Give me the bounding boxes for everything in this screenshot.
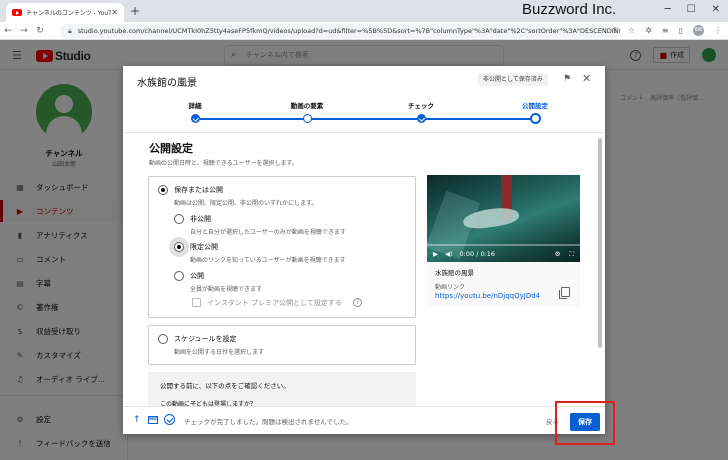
window-close-icon[interactable]: ✕ xyxy=(712,4,720,15)
dialog-title: 水族館の風景 xyxy=(137,78,197,89)
private-label: 非公開 xyxy=(190,215,211,223)
url-text: studio.youtube.com/channel/UCMTkI0hZ5tty… xyxy=(77,27,620,35)
section-description: 動画の公開日時と、視聴できるユーザーを選択します。 xyxy=(149,160,298,167)
private-radio[interactable] xyxy=(174,214,184,224)
info-icon[interactable]: ? xyxy=(353,298,362,307)
browser-tab[interactable]: チャンネルのコンテンツ - YouTube St ✕ xyxy=(6,3,124,22)
volume-icon[interactable]: ◀) xyxy=(445,250,453,258)
dialog-scrollbar[interactable] xyxy=(598,138,602,348)
instant-premiere-checkbox[interactable] xyxy=(192,298,201,307)
new-tab-button[interactable]: + xyxy=(130,4,140,18)
address-bar: ← → ↻ 🔒︎ studio.youtube.com/channel/UCMT… xyxy=(0,22,728,40)
public-radio[interactable] xyxy=(174,271,184,281)
video-link[interactable]: https://youtu.be/nDjqqQyJDd4 xyxy=(435,292,540,300)
share-icon[interactable]: ⇪ xyxy=(611,26,618,35)
instant-premiere-label: インスタント プレミア公開として設定する xyxy=(207,299,342,307)
youtube-favicon-icon xyxy=(12,9,22,16)
dialog-divider xyxy=(123,132,605,133)
window-controls: ─ ☐ ✕ xyxy=(665,4,720,15)
public-label: 公開 xyxy=(190,272,204,280)
url-field[interactable]: 🔒︎ studio.youtube.com/channel/UCMTkI0hZ5… xyxy=(60,24,620,38)
brand-watermark: Buzzword Inc. xyxy=(522,1,617,18)
step-label: 詳細 xyxy=(188,102,202,110)
step-dot-icon xyxy=(302,114,312,123)
maximize-icon[interactable]: ☐ xyxy=(687,4,696,15)
forward-icon[interactable]: → xyxy=(16,26,32,36)
browser-menu-icon[interactable]: ⋮ xyxy=(714,26,722,35)
schedule-desc: 動画を公開する日付を選択します xyxy=(174,349,265,356)
save-or-publish-radio[interactable] xyxy=(158,185,168,195)
step-checks[interactable]: チェック xyxy=(381,100,461,123)
upload-arrow-icon: ↑ xyxy=(133,415,141,425)
close-icon[interactable]: ✕ xyxy=(582,72,591,85)
step-check-icon xyxy=(416,114,426,123)
visibility-options: 保存または公開 動画は公開、限定公開、非公開のいずれかにします。 非公開 自分と… xyxy=(148,176,416,318)
play-icon[interactable]: ▶ xyxy=(433,250,438,258)
video-controls: ▶ ◀) 0:00 / 0:16 ⚙ ⛶ xyxy=(427,246,580,262)
copy-icon[interactable] xyxy=(559,287,570,299)
hd-icon: HD xyxy=(148,416,158,424)
lock-icon[interactable]: 🔒︎ xyxy=(68,27,72,36)
unlisted-label: 限定公開 xyxy=(190,243,218,251)
profile-avatar[interactable]: BW xyxy=(693,25,704,36)
reading-list-icon[interactable]: ≡ xyxy=(662,26,669,35)
unlisted-radio[interactable] xyxy=(174,242,184,252)
video-preview-card: ▶ ◀) 0:00 / 0:16 ⚙ ⛶ 水族館の風景 動画リンク https:… xyxy=(427,175,580,306)
video-player[interactable]: ▶ ◀) 0:00 / 0:16 ⚙ ⛶ xyxy=(427,175,580,262)
step-label: 公開設定 xyxy=(522,102,548,110)
tab-title: チャンネルのコンテンツ - YouTube St xyxy=(26,10,111,17)
step-details[interactable]: 詳細 xyxy=(155,100,235,123)
stepper-line xyxy=(195,118,535,120)
reload-icon[interactable]: ↻ xyxy=(32,26,48,36)
checks-complete-icon xyxy=(164,414,175,425)
minimize-icon[interactable]: ─ xyxy=(665,4,671,15)
step-check-icon xyxy=(190,114,200,123)
section-title: 公開設定 xyxy=(149,142,193,155)
upload-dialog: 水族館の風景 非公開として保存済み ⚑ ✕ 詳細 動画の要素 チェック 公開設定… xyxy=(123,66,605,434)
step-label: チェック xyxy=(408,102,434,110)
bookmark-star-icon[interactable]: ☆ xyxy=(628,26,635,35)
fullscreen-icon[interactable]: ⛶ xyxy=(569,250,574,259)
video-title: 水族館の風景 xyxy=(435,269,474,277)
schedule-label: スケジュールを設定 xyxy=(174,335,237,343)
feedback-flag-icon[interactable]: ⚑ xyxy=(563,74,571,84)
precheck-title: 公開する前に、以下の点をご確認ください。 xyxy=(160,382,290,390)
browser-tab-bar: チャンネルのコンテンツ - YouTube St ✕ + Buzzword In… xyxy=(0,0,728,22)
step-label: 動画の要素 xyxy=(290,102,324,110)
save-or-publish-desc: 動画は公開、限定公開、非公開のいずれかにします。 xyxy=(174,200,318,207)
extensions-icon[interactable]: ✲ xyxy=(645,26,652,35)
private-desc: 自分と自分が選択したユーザーのみが動画を視聴できます xyxy=(190,229,346,236)
tab-close-icon[interactable]: ✕ xyxy=(111,8,118,17)
unlisted-desc: 動画のリンクを知っているユーザーが動画を視聴できます xyxy=(190,257,346,264)
saved-status-badge: 非公開として保存済み xyxy=(478,73,548,86)
dialog-footer: ↑ HD チェックが完了しました。問題は検出されませんでした。 戻る xyxy=(123,406,605,434)
highlight-box xyxy=(555,401,615,445)
step-current-icon xyxy=(529,113,541,124)
save-or-publish-label: 保存または公開 xyxy=(174,186,223,194)
back-icon[interactable]: ← xyxy=(0,26,16,36)
schedule-option: スケジュールを設定 動画を公開する日付を選択します xyxy=(148,325,416,365)
step-video-elements[interactable]: 動画の要素 xyxy=(267,100,347,123)
browser-toolbar-icons: ⇪ ☆ ✲ ≡ ▯ BW ⋮ xyxy=(611,25,722,36)
step-visibility[interactable]: 公開設定 xyxy=(495,100,575,124)
upload-stepper: 詳細 動画の要素 チェック 公開設定 xyxy=(123,100,605,130)
settings-gear-icon[interactable]: ⚙ xyxy=(555,250,561,259)
schedule-radio[interactable] xyxy=(158,334,168,344)
public-desc: 全員が動画を視聴できます xyxy=(190,286,263,293)
footer-status: チェックが完了しました。問題は検出されませんでした。 xyxy=(184,418,353,426)
sidepanel-icon[interactable]: ▯ xyxy=(679,26,683,35)
video-link-label: 動画リンク xyxy=(435,284,466,291)
video-controls-right: ⚙ ⛶ xyxy=(555,250,574,259)
video-time: 0:00 / 0:16 xyxy=(459,250,496,258)
